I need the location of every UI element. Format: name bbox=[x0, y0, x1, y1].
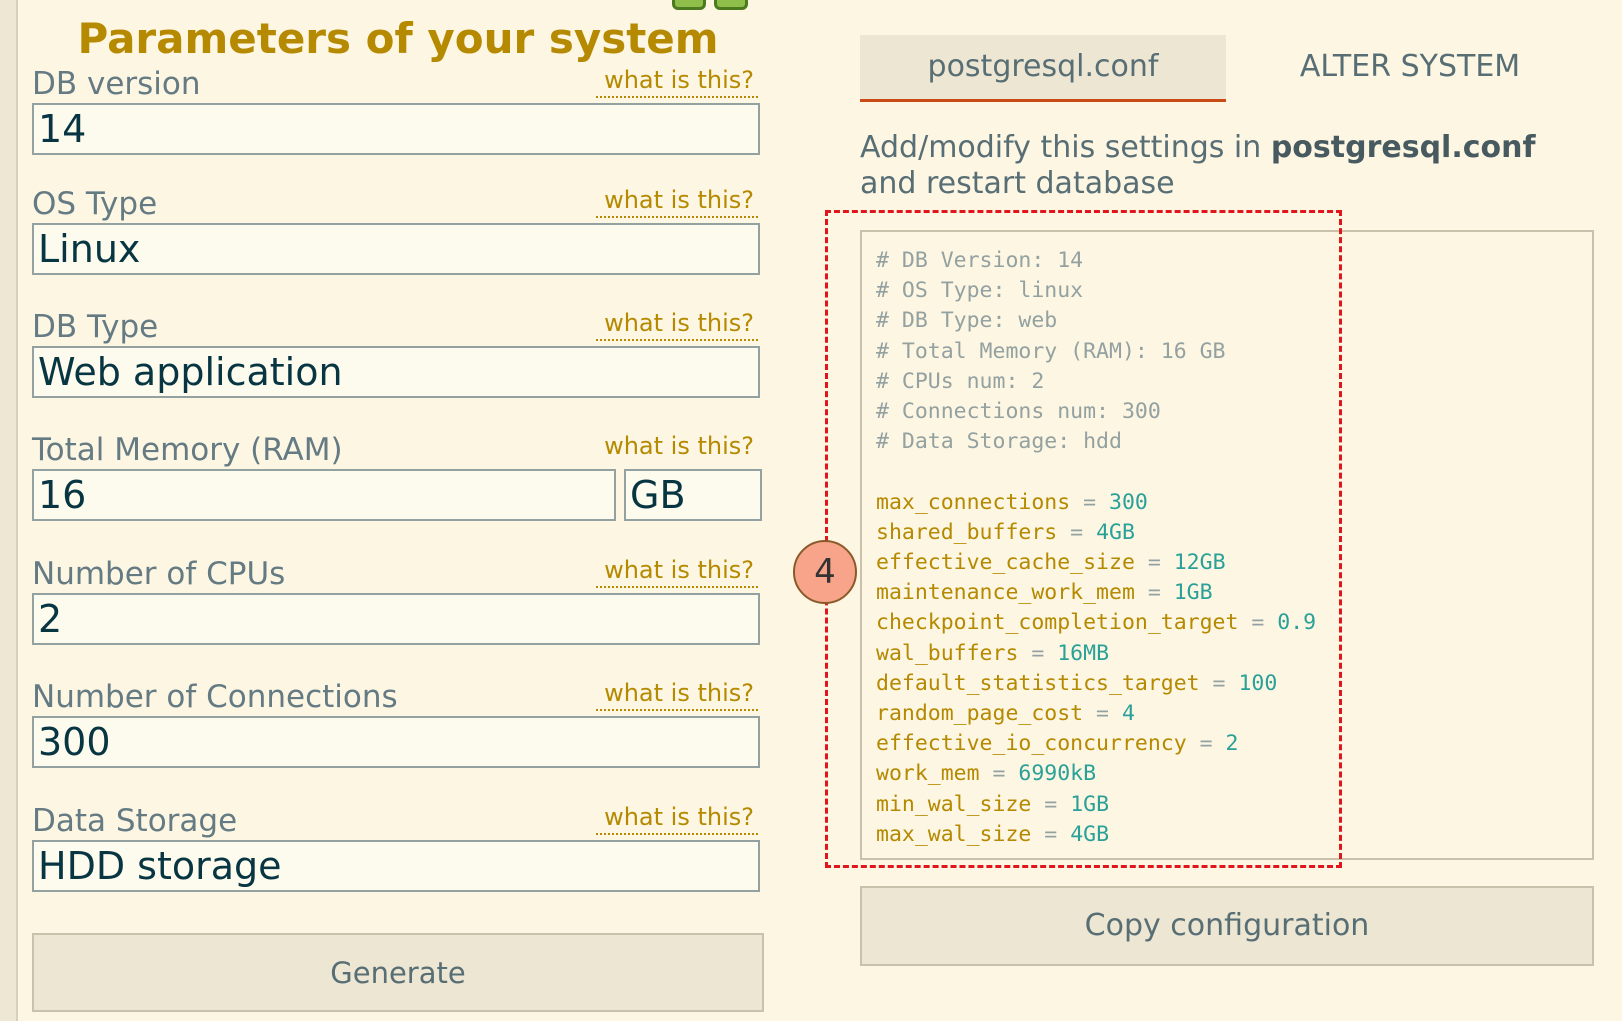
top-decoration bbox=[672, 0, 756, 14]
connections-input[interactable]: 300 bbox=[32, 716, 760, 768]
memory-help-link[interactable]: what is this? bbox=[596, 432, 758, 462]
db-type-help-link[interactable]: what is this? bbox=[596, 309, 758, 341]
os-type-help-link[interactable]: what is this? bbox=[596, 186, 758, 218]
db-type-label: DB Type bbox=[32, 309, 159, 345]
cpus-label: Number of CPUs bbox=[32, 556, 286, 592]
cpus-input[interactable]: 2 bbox=[32, 593, 760, 645]
memory-unit-select[interactable]: GB bbox=[624, 469, 762, 521]
window-left-border bbox=[0, 0, 18, 1021]
connections-label: Number of Connections bbox=[32, 679, 398, 715]
instructions-suffix: and restart database bbox=[860, 166, 1175, 201]
tab-alter-system[interactable]: ALTER SYSTEM bbox=[1240, 35, 1580, 99]
os-type-select[interactable]: Linux bbox=[32, 223, 760, 275]
highlight-box bbox=[825, 210, 1342, 868]
memory-label: Total Memory (RAM) bbox=[32, 432, 343, 468]
connections-help-link[interactable]: what is this? bbox=[596, 679, 758, 711]
cpus-help-link[interactable]: what is this? bbox=[596, 556, 758, 588]
db-version-label: DB version bbox=[32, 66, 201, 102]
copy-configuration-button[interactable]: Copy configuration bbox=[860, 886, 1594, 966]
db-version-help-link[interactable]: what is this? bbox=[596, 66, 758, 98]
instructions-text: Add/modify this settings in postgresql.c… bbox=[860, 130, 1580, 202]
tab-postgresql-conf[interactable]: postgresql.conf bbox=[860, 35, 1226, 102]
step-marker: 4 bbox=[793, 540, 857, 604]
os-type-label: OS Type bbox=[32, 186, 158, 222]
storage-select[interactable]: HDD storage bbox=[32, 840, 760, 892]
instructions-prefix: Add/modify this settings in bbox=[860, 130, 1271, 165]
db-version-select[interactable]: 14 bbox=[32, 103, 760, 155]
db-type-select[interactable]: Web application bbox=[32, 346, 760, 398]
form-title: Parameters of your system bbox=[77, 14, 719, 63]
storage-help-link[interactable]: what is this? bbox=[596, 803, 758, 835]
storage-label: Data Storage bbox=[32, 803, 238, 839]
memory-input[interactable]: 16 bbox=[32, 469, 616, 521]
generate-button[interactable]: Generate bbox=[32, 933, 764, 1012]
instructions-file: postgresql.conf bbox=[1270, 130, 1536, 165]
